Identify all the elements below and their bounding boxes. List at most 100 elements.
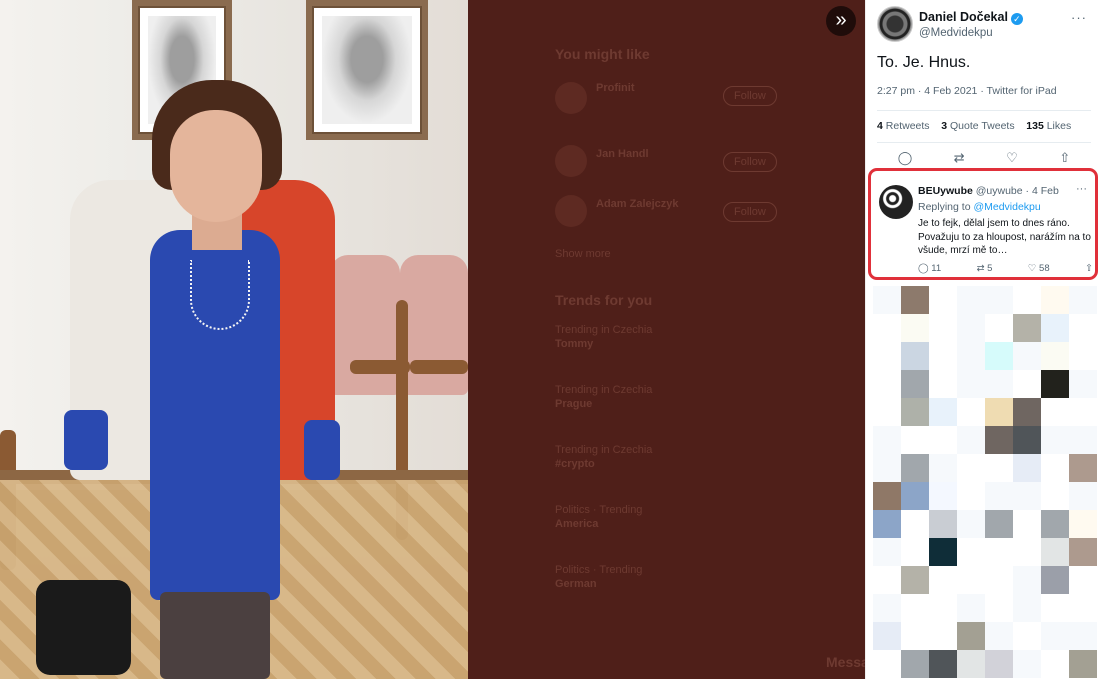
follow-button[interactable]: Follow — [723, 152, 777, 172]
mosaic-tile — [1041, 650, 1069, 678]
trend-item[interactable]: Prague — [555, 398, 592, 410]
retweet-icon: ⇄ — [976, 263, 985, 274]
follow-button[interactable]: Follow — [723, 86, 777, 106]
mosaic-tile — [1041, 594, 1069, 622]
trend-item[interactable]: Tommy — [555, 338, 593, 350]
retweet-icon[interactable]: ⇄ — [954, 150, 965, 168]
mosaic-tile — [873, 482, 901, 510]
mosaic-tile — [901, 370, 929, 398]
like-button[interactable]: ♡ 58 — [1028, 263, 1050, 274]
mosaic-tile — [1013, 594, 1041, 622]
mosaic-tile — [1069, 286, 1097, 314]
mosaic-tile — [1013, 510, 1041, 538]
mosaic-tile — [901, 454, 929, 482]
expand-icon[interactable]: » — [826, 6, 856, 36]
reply-icon[interactable]: ◯ — [898, 150, 913, 168]
mosaic-tile — [929, 342, 957, 370]
retweet-button[interactable]: ⇄ 5 — [977, 263, 993, 274]
mosaic-tile — [929, 454, 957, 482]
reply-author-name[interactable]: BEUywube — [918, 185, 973, 197]
mosaic-tile — [985, 342, 1013, 370]
mosaic-tile — [957, 370, 985, 398]
mosaic-tile — [957, 314, 985, 342]
mosaic-tile — [957, 342, 985, 370]
mosaic-tile — [985, 454, 1013, 482]
avatar[interactable] — [877, 6, 913, 42]
author-name[interactable]: Daniel Dočekal — [919, 10, 1008, 24]
mosaic-tile — [1069, 398, 1097, 426]
reply-button[interactable]: ◯ 11 — [918, 263, 941, 274]
mosaic-tile — [873, 454, 901, 482]
like-icon[interactable]: ♡ — [1006, 150, 1018, 168]
mosaic-tile — [901, 314, 929, 342]
mosaic-tile — [1041, 454, 1069, 482]
likes-stat[interactable]: 135 Likes — [1026, 120, 1071, 132]
author-handle[interactable]: @Medvidekpu — [919, 27, 993, 39]
mosaic-tile — [985, 398, 1013, 426]
retweets-stat[interactable]: 4 Retweets — [877, 120, 930, 132]
reply-actions: ◯ 11 ⇄ 5 ♡ 58 ⇧ — [918, 263, 1093, 274]
mosaic-tile — [1041, 314, 1069, 342]
mosaic-tile — [873, 650, 901, 678]
mosaic-tile — [901, 538, 929, 566]
mosaic-tile — [873, 342, 901, 370]
mosaic-tile — [929, 482, 957, 510]
mosaic-tile — [957, 482, 985, 510]
mosaic-tile — [873, 622, 901, 650]
mosaic-tile — [985, 510, 1013, 538]
messages-drawer-label[interactable]: Messages — [826, 654, 865, 670]
mosaic-tile — [929, 314, 957, 342]
mosaic-tile — [873, 566, 901, 594]
mosaic-tile — [1069, 426, 1097, 454]
mosaic-tile — [985, 566, 1013, 594]
pixelated-content — [873, 286, 1097, 679]
share-icon[interactable]: ⇧ — [1059, 150, 1070, 168]
mosaic-tile — [929, 566, 957, 594]
more-options-icon[interactable]: ··· — [1076, 183, 1087, 195]
mosaic-tile — [901, 342, 929, 370]
mosaic-tile — [929, 426, 957, 454]
share-icon[interactable]: ⇧ — [1085, 263, 1093, 274]
show-more-link[interactable]: Show more — [555, 248, 611, 260]
trend-item[interactable]: German — [555, 578, 597, 590]
replying-to-link[interactable]: @Medvidekpu — [973, 201, 1040, 213]
mosaic-tile — [873, 286, 901, 314]
tweet-text: To. Je. Hnus. — [877, 54, 971, 71]
mosaic-tile — [1069, 370, 1097, 398]
suggestions-title: You might like — [555, 46, 650, 62]
mosaic-tile — [901, 426, 929, 454]
trend-item[interactable]: America — [555, 518, 598, 530]
quote-tweets-stat[interactable]: 3 Quote Tweets — [941, 120, 1014, 132]
mosaic-tile — [957, 594, 985, 622]
highlighted-reply[interactable]: BEUywube @uywube · 4 Feb ··· Replying to… — [868, 168, 1098, 280]
mosaic-tile — [1041, 342, 1069, 370]
tweet-photo[interactable] — [0, 0, 468, 679]
mosaic-tile — [1013, 566, 1041, 594]
follow-button[interactable]: Follow — [723, 202, 777, 222]
dimmed-background: You might like Profinit Follow Jan Handl… — [468, 0, 865, 679]
more-options-icon[interactable]: ··· — [1071, 10, 1087, 25]
mosaic-tile — [957, 286, 985, 314]
mosaic-tile — [901, 286, 929, 314]
trend-item[interactable]: #crypto — [555, 458, 595, 470]
tweet-timestamp[interactable]: 2:27 pm · 4 Feb 2021 · Twitter for iPad — [877, 85, 1057, 97]
mosaic-tile — [957, 454, 985, 482]
trends-title: Trends for you — [555, 292, 653, 308]
person — [36, 80, 350, 679]
mosaic-tile — [957, 510, 985, 538]
mosaic-tile — [1041, 370, 1069, 398]
avatar[interactable] — [879, 185, 913, 219]
reply-icon: ◯ — [918, 263, 929, 274]
mosaic-tile — [1069, 314, 1097, 342]
mosaic-tile — [985, 650, 1013, 678]
mosaic-tile — [957, 650, 985, 678]
mosaic-tile — [929, 650, 957, 678]
mosaic-tile — [1013, 426, 1041, 454]
mosaic-tile — [873, 510, 901, 538]
mosaic-tile — [1013, 314, 1041, 342]
mosaic-tile — [1041, 566, 1069, 594]
tweet-stats: 4 Retweets 3 Quote Tweets 135 Likes — [877, 120, 1071, 132]
mosaic-tile — [1069, 538, 1097, 566]
mosaic-tile — [957, 566, 985, 594]
mosaic-tile — [1013, 622, 1041, 650]
